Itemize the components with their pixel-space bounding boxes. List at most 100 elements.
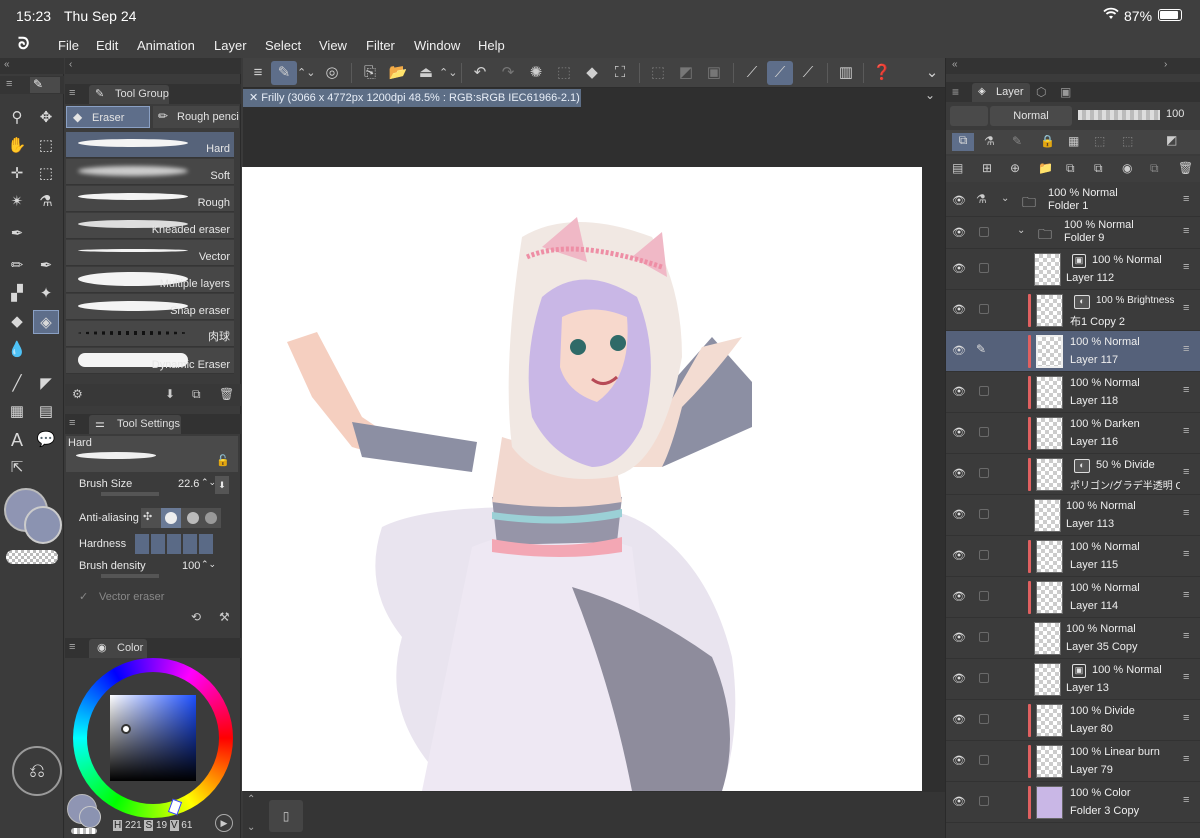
eye-icon[interactable]: 👁 [952,426,966,439]
chevron-up-icon[interactable]: ⌃ [247,794,255,805]
menu-view[interactable]: View [319,38,347,53]
layer-row[interactable]: 👁 100 % Normal Layer 35 Copy ≡ [946,618,1200,659]
brush-size-row[interactable]: Brush Size 22.6 ⌃⌄ ⬇ [79,476,229,498]
ruler-icon[interactable]: ⬚ [1122,134,1133,148]
eye-icon[interactable]: 👁 [952,467,966,480]
move-layer-icon[interactable]: ✛ [4,162,30,186]
decoration-icon[interactable]: ✦ [33,282,59,306]
layer-menu-icon[interactable]: ≡ [1183,671,1189,683]
brush-item-paw[interactable]: 肉球 [66,321,234,347]
layer-menu-icon[interactable]: ≡ [1183,425,1189,437]
layer-row[interactable]: 👁 100 % Darken Layer 116 ≡ [946,413,1200,454]
document-tab[interactable]: ✕ Frilly (3066 x 4772px 1200dpi 48.5% : … [243,89,581,107]
mini-transparent-icon[interactable] [71,828,97,834]
sub-color-swatch[interactable] [24,506,62,544]
layer-row[interactable]: 👁 100 % Color Folder 3 Copy ≡ [946,782,1200,823]
play-icon[interactable]: ▶ [215,814,233,832]
wrench-icon[interactable]: ⚒ [219,610,230,624]
download-icon[interactable]: ⬇ [165,387,175,401]
layer-row[interactable]: 👁 ◐ 100 % Brightness 布1 Copy 2 ≡ [946,290,1200,331]
pen-tab-icon[interactable]: ✎ [30,77,60,93]
layer-menu-icon[interactable]: ≡ [1183,261,1189,273]
layer-checkbox[interactable] [979,796,989,806]
hardness-selector[interactable] [135,534,215,554]
brush-item-snap-eraser[interactable]: Snap eraser [66,294,234,320]
collapse-left-icon[interactable]: « [4,59,10,70]
frame-icon[interactable]: ▤ [33,400,59,424]
layer-row[interactable]: 👁 ▣ 100 % Normal Layer 13 ≡ [946,659,1200,700]
lock-icon[interactable]: 🔓 [216,454,230,467]
layer-menu-icon[interactable]: ≡ [1183,343,1189,355]
layer-row[interactable]: 👁 ⚗ ⌄ 🗀 100 % Normal Folder 1 ≡ [946,185,1200,217]
eye-icon[interactable]: 👁 [952,508,966,521]
menu-edit[interactable]: Edit [96,38,118,53]
navigator-tab-icon[interactable]: ▣ [1060,85,1071,99]
loading-icon[interactable]: ✺ [523,61,549,85]
eye-icon[interactable]: 👁 [952,754,966,767]
gradient-icon[interactable]: ▦ [4,400,30,424]
layer-row-selected[interactable]: 👁 ✎ 100 % Normal Layer 117 ≡ [946,331,1200,372]
layer-settings-icon[interactable]: ▤ [952,161,963,175]
new-folder-icon[interactable]: 📁 [1038,161,1053,175]
layer-row[interactable]: 👁 100 % Normal Layer 114 ≡ [946,577,1200,618]
chevron-down-icon[interactable]: ⌄ [247,822,255,833]
eye-icon[interactable]: 👁 [952,385,966,398]
eye-icon[interactable]: 👁 [952,226,966,239]
new-document-icon[interactable]: ⎘ [357,61,383,85]
selection-icon[interactable]: ⬚ [33,162,59,186]
marker-icon[interactable]: ✒ [33,254,59,278]
mini-sub-color[interactable] [79,806,101,828]
layer-menu-icon[interactable]: ≡ [1183,466,1189,478]
line-icon[interactable]: ╱ [4,372,30,396]
settings-icon[interactable]: ⚙ [72,387,83,401]
layer-property-tab-icon[interactable]: ⬡ [1036,85,1046,99]
show-selection-icon[interactable]: ▣ [701,61,727,85]
app-logo-icon[interactable]: ᘐ [18,36,29,54]
layout-toggle-icon[interactable]: ▯ [269,800,303,832]
hamburger-icon[interactable]: ≡ [245,61,271,85]
layer-checkbox[interactable] [979,263,989,273]
color-wheel[interactable] [73,658,233,818]
layer-menu-icon[interactable]: ≡ [1183,630,1189,642]
hamburger-icon[interactable]: ≡ [952,85,959,99]
new-raster-layer-icon[interactable]: ⊞ [982,161,992,175]
layer-menu-icon[interactable]: ≡ [1183,225,1189,237]
merge-layer-icon[interactable]: ⧉ [1094,161,1103,176]
transparent-color-icon[interactable] [6,550,58,564]
help-icon[interactable]: ❓ [869,61,895,85]
brush-item-hard[interactable]: Hard [66,132,234,158]
airbrush-icon[interactable]: ▞ [4,282,30,306]
blend-icon[interactable]: 💧 [4,338,30,362]
layer-menu-icon[interactable]: ≡ [1183,384,1189,396]
pen-snap-icon[interactable]: ⟋ [795,61,821,85]
layer-checkbox[interactable] [979,673,989,683]
menu-layer[interactable]: Layer [214,38,247,53]
eyedropper-icon[interactable]: ⚗ [33,190,59,214]
eye-icon[interactable]: 👁 [952,262,966,275]
lock-icon[interactable]: 🔒 [1040,134,1055,148]
hamburger-icon[interactable]: ≡ [6,78,12,90]
save-icon[interactable]: ⏏ [413,61,439,85]
vector-eraser-row[interactable]: ✓ Vector eraser [79,590,229,610]
brush-item-vector[interactable]: Vector [66,240,234,266]
hamburger-icon[interactable]: ≡ [69,641,75,653]
duplicate-icon[interactable]: ⧉ [192,387,201,402]
layer-menu-icon[interactable]: ≡ [1183,753,1189,765]
lock-alpha-icon[interactable]: ▦ [1068,134,1079,148]
tab-rough-pencil[interactable]: ✏ Rough penci [153,106,239,128]
redo-icon[interactable]: ↷ [495,61,521,85]
opacity-slider[interactable] [1078,110,1160,120]
size-menu-icon[interactable]: ⬇ [215,476,229,494]
layer-checkbox[interactable] [979,591,989,601]
copy-layer-icon[interactable]: ⧉ [1066,161,1075,176]
layer-row[interactable]: 👁 100 % Normal Layer 118 ≡ [946,372,1200,413]
pen-icon[interactable]: ✒ [4,222,30,246]
aa-medium-icon[interactable] [187,512,199,524]
magic-wand-icon[interactable]: ✴ [4,190,30,214]
blend-mode-select[interactable]: Normal [990,106,1072,126]
clip-icon[interactable]: ⧉ [952,133,974,151]
drawing-canvas[interactable] [242,167,922,791]
color-picker-cursor[interactable] [121,724,131,734]
chevron-left-icon[interactable]: ‹ [69,59,72,70]
expand-left-icon[interactable]: « [952,59,958,70]
